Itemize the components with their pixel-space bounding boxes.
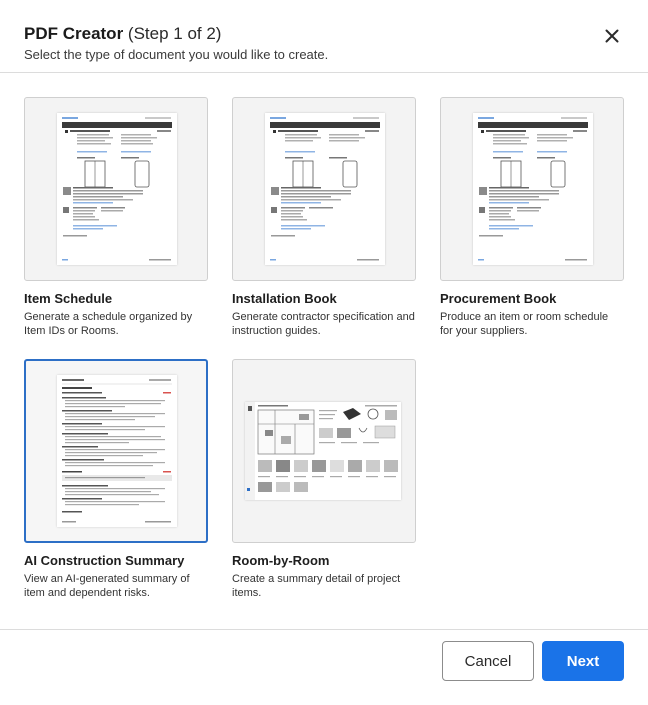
option-title: AI Construction Summary [24, 553, 185, 568]
cancel-button[interactable]: Cancel [442, 641, 534, 681]
option-title: Room-by-Room [232, 553, 330, 568]
next-button[interactable]: Next [542, 641, 624, 681]
dialog-subtitle: Select the type of document you would li… [24, 47, 329, 62]
option-description: View an AI-generated summary of item and… [24, 573, 190, 599]
option-title: Procurement Book [440, 291, 557, 306]
room-by-room-preview [232, 359, 416, 543]
option-procurement-book[interactable]: Procurement Book Produce an item or room… [440, 97, 624, 338]
dialog-header: PDF Creator (Step 1 of 2) Select the typ… [24, 22, 588, 64]
option-description: Produce an item or room schedule for you… [440, 311, 609, 337]
close-icon [605, 29, 619, 43]
option-installation-book[interactable]: Installation Book Generate contractor sp… [232, 97, 416, 338]
option-description: Generate contractor specification and in… [232, 311, 415, 337]
procurement-book-preview-page [473, 113, 593, 265]
room-by-room-preview-page [245, 402, 401, 500]
dialog-step-indicator: (Step 1 of 2) [127, 24, 222, 43]
option-item-schedule[interactable]: Item Schedule Generate a schedule organi… [24, 97, 208, 338]
footer-divider [0, 629, 648, 630]
dialog-title: PDF Creator (Step 1 of 2) [24, 22, 588, 46]
ai-construction-summary-preview [24, 359, 208, 543]
item-schedule-preview [24, 97, 208, 281]
header-divider [0, 72, 648, 73]
close-button[interactable] [600, 24, 624, 48]
procurement-book-preview [440, 97, 624, 281]
item-schedule-preview-page [57, 113, 177, 265]
installation-book-preview [232, 97, 416, 281]
option-title: Installation Book [232, 291, 337, 306]
option-description: Generate a schedule organized by Item ID… [24, 311, 193, 337]
installation-book-preview-page [265, 113, 385, 265]
pdf-creator-dialog: PDF Creator (Step 1 of 2) Select the typ… [0, 0, 648, 705]
option-room-by-room[interactable]: Room-by-Room Create a summary detail of … [232, 359, 416, 600]
option-title: Item Schedule [24, 291, 113, 306]
option-ai-construction-summary[interactable]: AI Construction Summary View an AI-gener… [24, 359, 208, 600]
option-description: Create a summary detail of project items… [232, 573, 401, 599]
dialog-title-main: PDF Creator [24, 24, 124, 43]
ai-construction-summary-preview-page [57, 375, 177, 527]
